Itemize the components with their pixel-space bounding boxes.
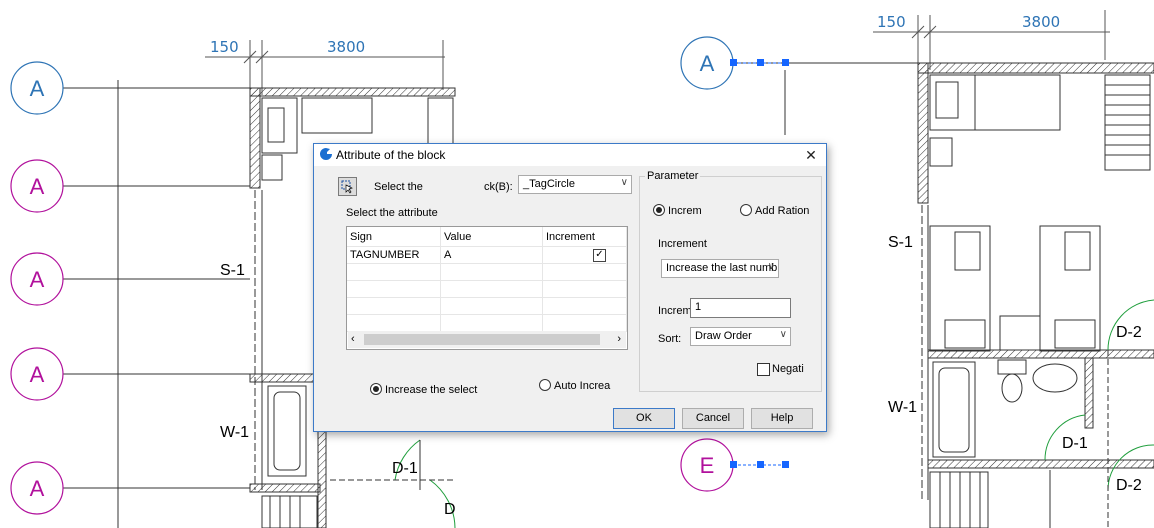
- tag-letter: A: [30, 174, 45, 199]
- col-header-value: Value: [440, 227, 543, 247]
- tag-letter: E: [700, 453, 715, 478]
- door-label-d2: D-2: [1116, 324, 1142, 341]
- tag-circle-magenta[interactable]: A: [10, 159, 64, 213]
- radio-dot-icon: [370, 383, 382, 395]
- tag-letter: A: [30, 362, 45, 387]
- block-label: ck(B):: [484, 181, 513, 193]
- door-label-d2: D-2: [1116, 477, 1142, 494]
- grip-handle[interactable]: [757, 59, 764, 66]
- negative-checkbox[interactable]: [757, 363, 770, 376]
- table-row: [347, 280, 627, 298]
- table-row: [347, 314, 627, 332]
- increm-label: Increm: [658, 305, 692, 317]
- radio-add-ration[interactable]: Add Ration: [740, 204, 809, 217]
- attribute-label: Select the attribute: [346, 207, 438, 219]
- negative-label: Negati: [772, 363, 804, 375]
- radio-label: Increm: [668, 205, 702, 217]
- sort-label: Sort:: [658, 333, 682, 345]
- scroll-right-icon[interactable]: ›: [617, 333, 621, 345]
- sort-value: Draw Order: [695, 330, 752, 342]
- tag-circle-magenta[interactable]: A: [10, 347, 64, 401]
- dialog-titlebar[interactable]: Attribute of the block ✕: [314, 144, 826, 166]
- table-row: [347, 263, 627, 281]
- table-row: [347, 297, 627, 315]
- tag-circle-magenta-selected[interactable]: E: [680, 438, 789, 492]
- grid-header-row: Sign Value Increment: [347, 227, 627, 247]
- radio-increm[interactable]: Increm: [653, 204, 702, 217]
- dim-text-150: 150: [210, 38, 239, 56]
- increment-label: Increment: [658, 238, 707, 250]
- radio-dot-icon: [740, 204, 752, 216]
- help-button[interactable]: Help: [751, 408, 813, 429]
- tag-circle-blue[interactable]: A: [10, 61, 64, 115]
- grip-handle[interactable]: [730, 461, 737, 468]
- cursor-select-icon: [341, 180, 353, 194]
- tag-letter: A: [30, 476, 45, 501]
- scroll-left-icon[interactable]: ‹: [351, 333, 355, 345]
- grip-handle[interactable]: [757, 461, 764, 468]
- radio-increase-select[interactable]: Increase the select: [370, 383, 477, 396]
- parameter-group-title: Parameter: [645, 170, 701, 182]
- tag-letter: A: [30, 267, 45, 292]
- increment-mode-value: Increase the last numb: [666, 262, 778, 274]
- dialog-title: Attribute of the block: [336, 148, 446, 162]
- cell-sign: TAGNUMBER: [347, 246, 441, 264]
- door-label-d: D: [444, 501, 456, 518]
- grip-handle[interactable]: [782, 461, 789, 468]
- scrollbar-thumb[interactable]: [364, 334, 600, 345]
- wall-label-w1: W-1: [888, 399, 917, 416]
- grip-handle[interactable]: [782, 59, 789, 66]
- cancel-button[interactable]: Cancel: [682, 408, 744, 429]
- wall-label-s1: S-1: [220, 262, 245, 279]
- table-row[interactable]: TAGNUMBER A ✓: [347, 246, 627, 264]
- radio-label: Add Ration: [755, 205, 810, 217]
- col-header-increment: Increment: [542, 227, 627, 247]
- block-name-value: _TagCircle: [523, 178, 575, 190]
- close-icon[interactable]: ✕: [796, 144, 826, 166]
- radio-dot-icon: [653, 204, 665, 216]
- pick-label: Select the: [374, 181, 423, 193]
- door-label-d1: D-1: [1062, 435, 1088, 452]
- app-logo-icon: [320, 148, 332, 160]
- attribute-grid[interactable]: Sign Value Increment TAGNUMBER A ✓ ‹ ›: [346, 226, 628, 350]
- radio-dot-icon: [539, 379, 551, 391]
- chevron-down-icon: ∨: [767, 261, 775, 272]
- tag-letter: A: [700, 51, 715, 76]
- dim-text-3800: 3800: [327, 38, 365, 56]
- tag-letter: A: [30, 76, 45, 101]
- chevron-down-icon: ∨: [620, 177, 628, 188]
- increment-checkbox[interactable]: ✓: [593, 249, 606, 262]
- increment-mode-select[interactable]: Increase the last numb ∨: [661, 259, 779, 278]
- chevron-down-icon: ∨: [779, 329, 787, 340]
- wall-label-w1: W-1: [220, 424, 249, 441]
- door-label-d1: D-1: [392, 460, 418, 477]
- col-header-sign: Sign: [347, 227, 441, 247]
- attribute-dialog: Attribute of the block ✕ Select the ck(B…: [313, 143, 827, 432]
- dim-text-3800: 3800: [1022, 13, 1060, 31]
- tag-circle-magenta[interactable]: A: [10, 252, 64, 306]
- dim-text-150: 150: [877, 13, 906, 31]
- radio-auto-increase[interactable]: Auto Increa: [539, 379, 610, 392]
- ok-button[interactable]: OK: [613, 408, 675, 429]
- wall-label-s1: S-1: [888, 234, 913, 251]
- radio-label: Increase the select: [385, 384, 478, 396]
- sort-select[interactable]: Draw Order ∨: [690, 327, 791, 346]
- grip-handle[interactable]: [730, 59, 737, 66]
- cell-increment: ✓: [542, 246, 627, 264]
- horizontal-scrollbar[interactable]: ‹ ›: [348, 331, 626, 348]
- tag-circle-magenta[interactable]: A: [10, 461, 64, 515]
- pick-block-button[interactable]: [338, 177, 357, 196]
- parameter-group: Parameter Increm Add Ration Increment In…: [639, 170, 822, 392]
- block-name-select[interactable]: _TagCircle ∨: [518, 175, 632, 194]
- radio-label: Auto Increa: [554, 380, 611, 392]
- cell-value[interactable]: A: [440, 246, 543, 264]
- increm-input[interactable]: 1: [690, 298, 791, 318]
